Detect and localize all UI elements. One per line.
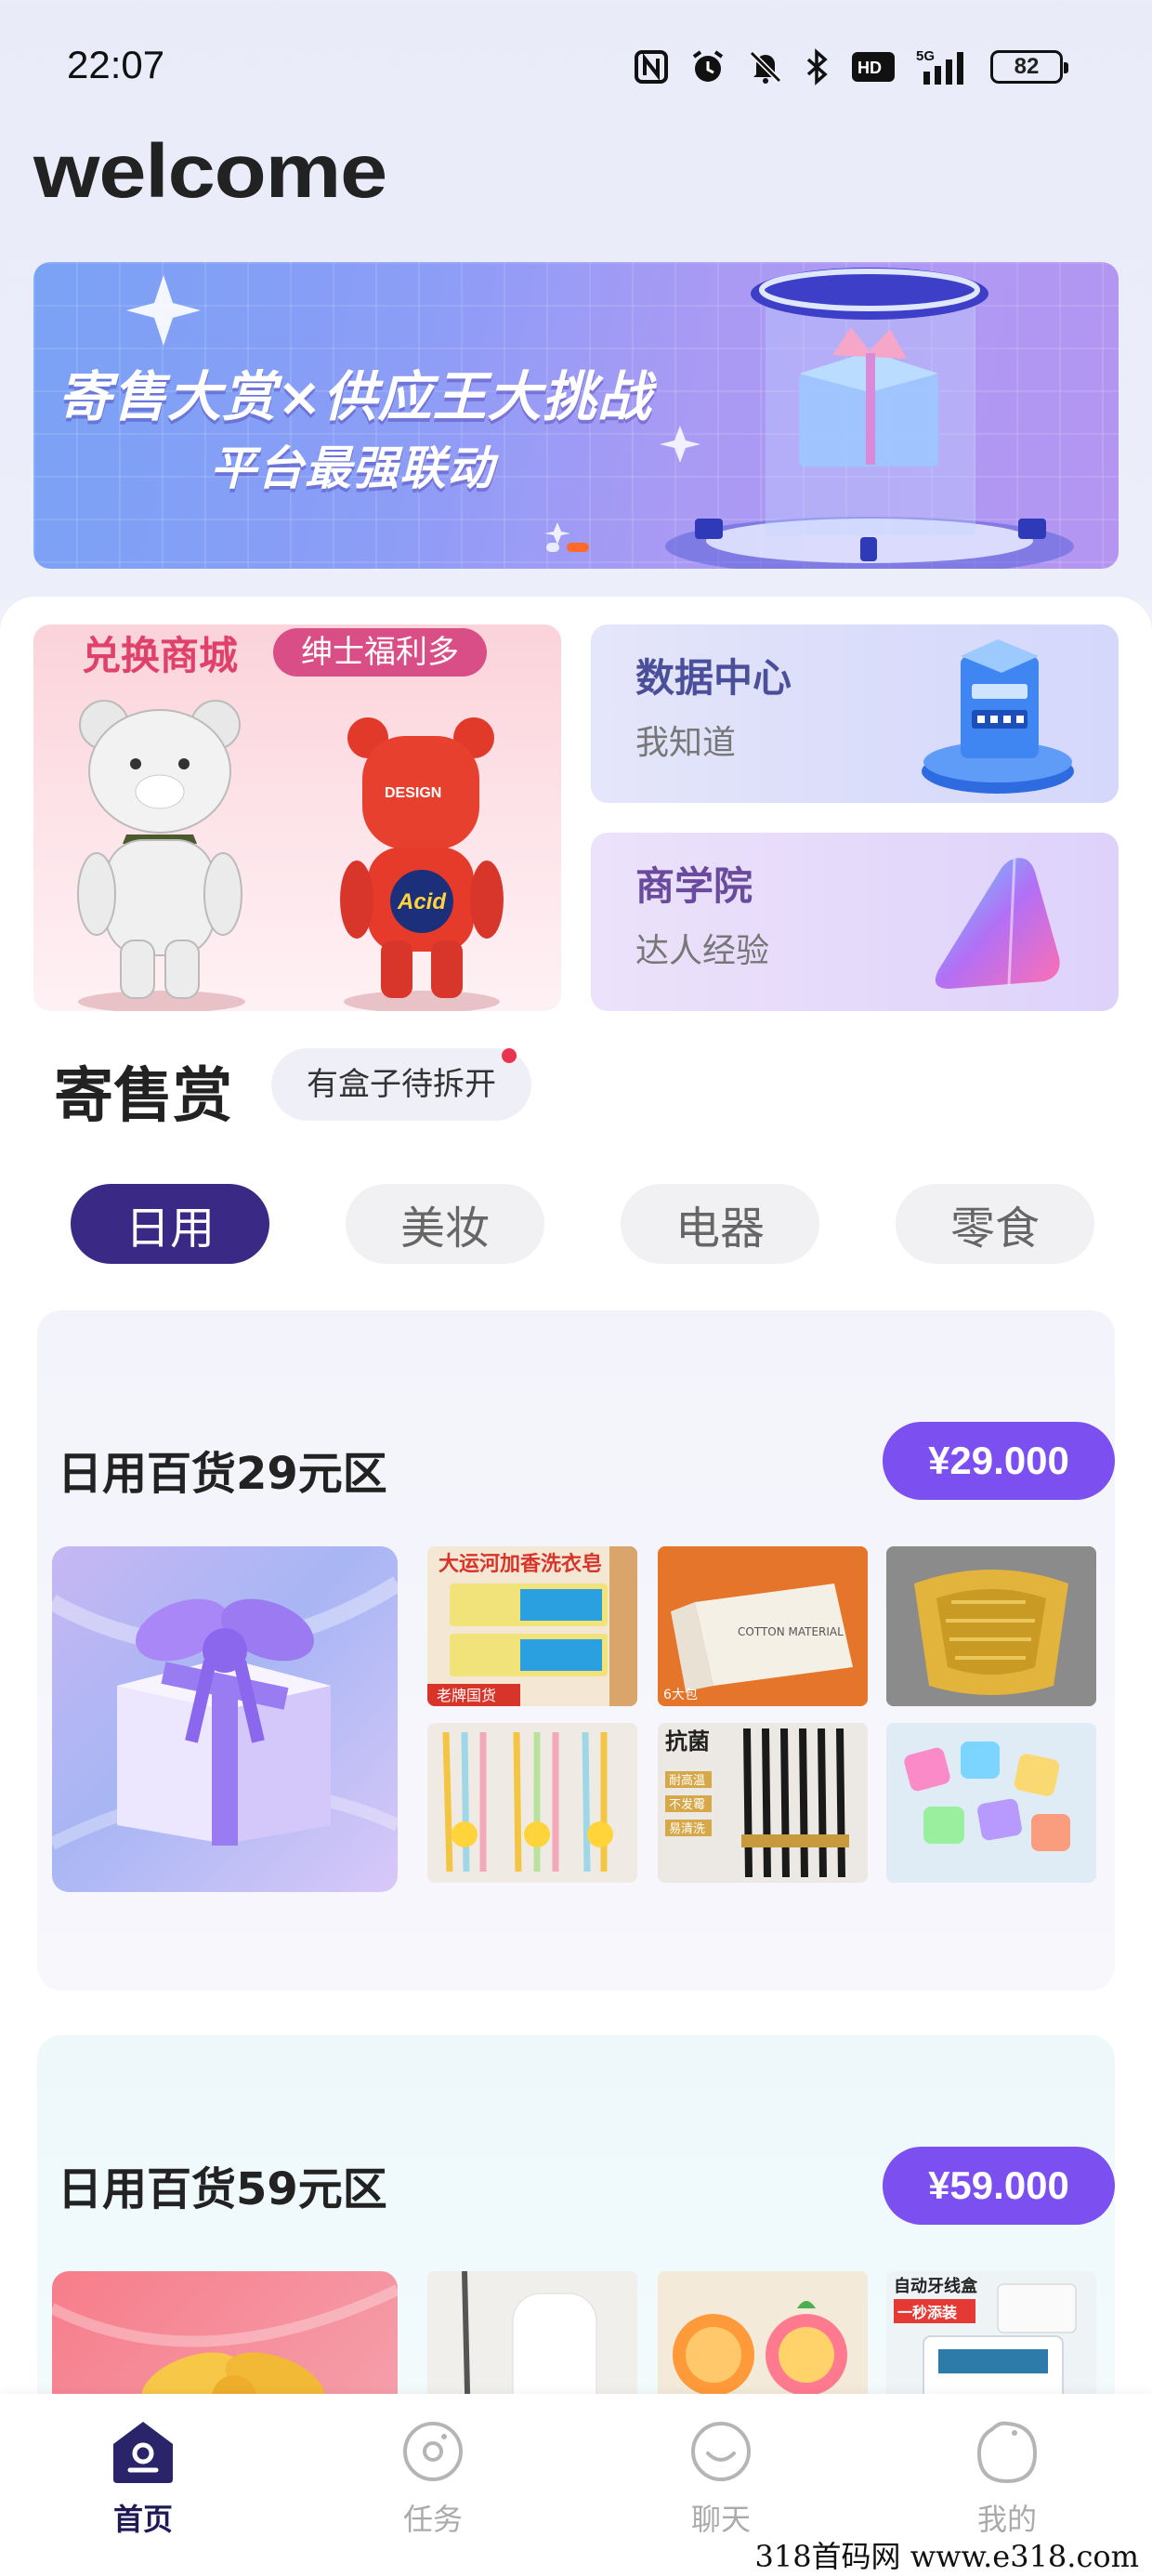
- laundry-soap-label: 大运河加香洗衣皂: [439, 1552, 602, 1576]
- nav-tasks-label: 任务: [402, 2502, 463, 2537]
- tab-appliances[interactable]: 电器: [621, 1184, 819, 1264]
- banner-subtitle: 平台最强联动: [210, 441, 494, 495]
- tab-beauty[interactable]: 美妆: [346, 1184, 544, 1264]
- svg-text:Acid: Acid: [397, 889, 447, 914]
- battery-indicator: 82: [990, 50, 1068, 84]
- consignment-section-title: 寄售赏: [54, 1062, 232, 1131]
- svg-text:DESIGN: DESIGN: [385, 785, 441, 801]
- hd-icon: HD: [851, 46, 896, 87]
- notification-dot: [502, 1048, 517, 1063]
- nav-profile[interactable]: 我的: [933, 2416, 1081, 2539]
- chopsticks-label: 抗菌: [665, 1728, 710, 1755]
- tab-daily[interactable]: 日用: [71, 1184, 269, 1264]
- status-icons: HD 5G 82: [634, 46, 1068, 87]
- unopened-boxes-pill[interactable]: 有盒子待拆开: [271, 1048, 531, 1121]
- nav-home-label: 首页: [112, 2502, 173, 2537]
- task-icon: [403, 2422, 463, 2481]
- prism-icon: [935, 858, 1060, 989]
- nav-home[interactable]: 首页: [69, 2416, 217, 2539]
- data-center-card[interactable]: 数据中心 我知道: [591, 624, 1119, 803]
- chopsticks-line-3: 易清洗: [669, 1822, 705, 1836]
- ice-cubes-thumb[interactable]: [886, 1723, 1096, 1883]
- site-watermark: 318首码网 www.e318.com: [749, 2533, 1145, 2576]
- zone-title: 日用百货29元区: [58, 1448, 387, 1500]
- profile-icon: [976, 2421, 1038, 2484]
- business-school-subtitle: 达人经验: [635, 932, 770, 970]
- chat-icon: [691, 2422, 751, 2481]
- chopsticks-line-1: 耐高温: [669, 1773, 705, 1788]
- category-tabs: 日用 美妆 电器 零食: [71, 1184, 1094, 1264]
- nav-chat[interactable]: 聊天: [647, 2416, 795, 2539]
- home-icon: [113, 2422, 173, 2483]
- business-school-card[interactable]: 商学院 达人经验: [591, 833, 1119, 1011]
- mute-icon: [747, 46, 784, 87]
- chopsticks-line-2: 不发霉: [669, 1797, 705, 1812]
- nav-tasks[interactable]: 任务: [359, 2416, 507, 2539]
- business-school-title: 商学院: [635, 863, 753, 909]
- laundry-soap-thumb[interactable]: 大运河加香洗衣皂 老牌国货: [427, 1546, 637, 1706]
- unopened-boxes-label: 有盒子待拆开: [307, 1066, 496, 1103]
- chopsticks-thumb[interactable]: 抗菌 耐高温 不发霉 易清洗: [658, 1723, 868, 1883]
- data-center-title: 数据中心: [635, 655, 792, 701]
- zone-price-button[interactable]: ¥29.000: [883, 1422, 1115, 1500]
- svg-text:5G: 5G: [916, 48, 935, 64]
- zone-price-button[interactable]: ¥59.000: [883, 2147, 1115, 2225]
- product-zone-29[interactable]: 日用百货29元区 ¥29.000 大运河加香洗衣皂 老牌国货 COTTON MA…: [37, 1310, 1115, 1991]
- nav-chat-label: 聊天: [690, 2502, 751, 2537]
- tab-snacks[interactable]: 零食: [896, 1184, 1094, 1264]
- floss-box-label: 自动牙线盒: [894, 2276, 978, 2296]
- zone-title: 日用百货59元区: [58, 2163, 387, 2215]
- banner-dot-active[interactable]: [567, 543, 589, 552]
- server-cube-icon: [922, 639, 1074, 794]
- data-center-subtitle: 我知道: [635, 724, 737, 762]
- signal-5g-icon: 5G: [916, 46, 970, 87]
- status-time: 22:07: [67, 43, 165, 86]
- svg-text:HD: HD: [857, 59, 882, 77]
- drain-basket-thumb[interactable]: [886, 1546, 1096, 1706]
- promo-banner[interactable]: 寄售大赏×供应王大挑战 平台最强联动: [33, 262, 1119, 569]
- banner-pagination: [546, 543, 589, 552]
- tissue-box-thumb[interactable]: COTTON MATERIAL 6大包: [658, 1546, 868, 1706]
- bear-figures-illustration: DESIGN Acid: [77, 700, 504, 1011]
- banner-title: 寄售大赏×供应王大挑战: [58, 365, 652, 428]
- toothbrushes-thumb[interactable]: [427, 1723, 637, 1883]
- laundry-soap-caption: 老牌国货: [437, 1687, 496, 1704]
- tissue-box-caption: 6大包: [663, 1688, 698, 1702]
- tissue-box-label: COTTON MATERIAL: [738, 1625, 844, 1638]
- banner-dot[interactable]: [546, 543, 559, 552]
- exchange-mall-card[interactable]: 兑换商城 绅士福利多 DESIGN Acid: [33, 624, 561, 1011]
- mystery-gift-image: [52, 1546, 398, 1892]
- alarm-icon: [689, 46, 727, 87]
- welcome-heading: welcome: [33, 129, 387, 214]
- nfc-icon: [634, 46, 669, 87]
- floss-box-badge: 一秒添装: [897, 2304, 957, 2321]
- bluetooth-icon: [805, 46, 831, 87]
- status-bar: 22:07 HD 5G 82: [0, 0, 1152, 130]
